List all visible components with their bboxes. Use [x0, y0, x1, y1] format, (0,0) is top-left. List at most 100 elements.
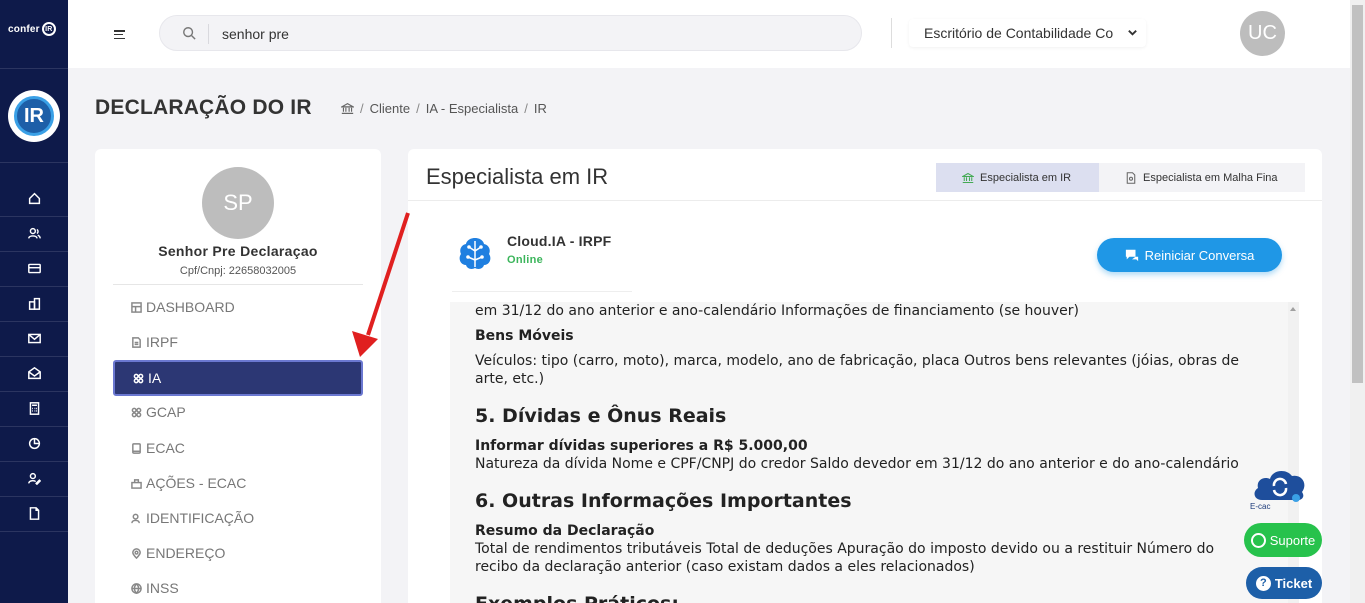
office-select-value: Escritório de Contabilidade Co [924, 25, 1114, 41]
menu-item-gcap[interactable]: GCAP [113, 397, 363, 427]
tab-especialista-ir[interactable]: Especialista em IR [936, 163, 1099, 192]
menu-item-inss[interactable]: INSS [113, 573, 363, 603]
search-icon [183, 27, 196, 40]
scroll-up-icon[interactable] [1290, 307, 1296, 311]
menu-item-label: IDENTIFICAÇÃO [146, 510, 255, 526]
actions-icon [131, 478, 142, 489]
search-bar [159, 15, 862, 51]
ticket-button[interactable]: ? Ticket [1246, 567, 1322, 599]
client-divider [113, 284, 363, 285]
chat-scrollbar[interactable] [1288, 302, 1299, 603]
card-icon [27, 263, 41, 274]
dashboard-icon [131, 301, 142, 313]
search-input[interactable] [222, 23, 822, 45]
home-icon [28, 192, 40, 205]
bank-icon [962, 172, 974, 183]
menu-item-label: INSS [146, 580, 179, 596]
chat-text: Total de rendimentos tributáveis Total d… [475, 541, 1215, 575]
menu-item-endereco[interactable]: ENDEREÇO [113, 538, 363, 568]
calculator-icon [29, 402, 39, 415]
menu-item-label: IRPF [146, 334, 178, 350]
menu-item-label: ENDEREÇO [146, 545, 226, 561]
rail-user-edit[interactable] [0, 461, 68, 497]
rail-messages[interactable] [0, 356, 68, 392]
menu-item-acoes-ecac[interactable]: AÇÕES - ECAC [113, 468, 363, 498]
rail-documents[interactable] [0, 496, 68, 532]
rail-calculator[interactable] [0, 391, 68, 427]
rail-divider [0, 162, 68, 163]
rail-mail[interactable] [0, 321, 68, 357]
menu-item-label: GCAP [146, 404, 186, 420]
support-button[interactable]: Suporte [1244, 523, 1322, 557]
menu-item-identificacao[interactable]: IDENTIFICAÇÃO [113, 503, 363, 533]
menu-item-irpf[interactable]: IRPF [113, 327, 363, 357]
support-label: Suporte [1269, 532, 1316, 548]
menu-item-label: DASHBOARD [146, 299, 235, 315]
breadcrumb-ir: IR [533, 101, 547, 116]
gcap-icon [131, 407, 142, 417]
ecac-icon [132, 442, 141, 454]
page-title: DECLARAÇÃO DO IR [95, 96, 312, 119]
breadcrumb-ia-especialista[interactable]: IA - Especialista [426, 101, 519, 116]
chat-message: em 31/12 do ano anterior e ano-calendári… [475, 302, 1245, 603]
annotation-arrow [352, 212, 410, 357]
chat-section-title: 6. Outras Informações Importantes [475, 490, 852, 512]
bot-name: Cloud.IA - IRPF [507, 233, 612, 249]
menu-item-dashboard[interactable]: DASHBOARD [113, 292, 363, 322]
tab-especialista-malha-fina[interactable]: Especialista em Malha Fina [1099, 163, 1305, 192]
chat-plus-icon [1125, 249, 1138, 262]
top-header: Escritório de Contabilidade Co UC [68, 0, 1350, 68]
client-avatar: SP [202, 167, 274, 239]
chat-messages[interactable]: em 31/12 do ano anterior e ano-calendári… [450, 302, 1299, 603]
page-scrollbar[interactable] [1350, 0, 1365, 603]
breadcrumb-cliente[interactable]: Cliente [370, 101, 410, 116]
header-separator [891, 18, 892, 48]
ecac-label: E-cac [1250, 502, 1271, 511]
ai-specialist-panel: Especialista em IR Especialista em IR Es… [408, 149, 1322, 603]
panel-title: Especialista em IR [426, 164, 609, 189]
page-scrollbar-thumb[interactable] [1352, 5, 1363, 383]
help-icon: ? [1255, 575, 1271, 591]
app-logo-small[interactable]: confer IR [8, 22, 56, 36]
menu-item-ecac[interactable]: ECAC [113, 433, 363, 463]
ecac-widget[interactable]: E-cac [1248, 464, 1312, 514]
menu-item-label: IA [148, 370, 162, 386]
rail-users[interactable] [0, 216, 68, 252]
chat-heading: Bens Móveis [475, 328, 574, 344]
logo-small-text: confer [8, 23, 40, 35]
chat-heading: Resumo da Declaração [475, 523, 655, 539]
mail-icon [27, 333, 41, 344]
app-logo-big[interactable]: IR [8, 90, 60, 142]
user-avatar[interactable]: UC [1240, 11, 1285, 56]
rail-reports[interactable] [0, 426, 68, 462]
rail-home[interactable] [0, 181, 68, 217]
tab-label: Especialista em Malha Fina [1143, 171, 1278, 184]
logo-small-ring: IR [41, 22, 56, 36]
logo-big-mark: IR [14, 96, 54, 136]
office-select[interactable]: Escritório de Contabilidade Co [909, 19, 1146, 47]
client-card: SP Senhor Pre Declaraçao Cpf/Cnpj: 22658… [95, 149, 381, 603]
panel-divider [408, 200, 1322, 201]
brain-ai-icon [459, 238, 491, 269]
chevron-down-icon [1128, 30, 1137, 36]
users-icon [27, 227, 41, 239]
document-icon [29, 507, 39, 520]
menu-toggle-icon[interactable] [114, 30, 125, 39]
file-icon [132, 336, 141, 348]
specialist-tabs: Especialista em IR Especialista em Malha… [936, 163, 1305, 192]
client-name: Senhor Pre Declaraçao [158, 243, 318, 259]
chat-heading: Informar dívidas superiores a R$ 5.000,0… [475, 438, 808, 454]
pie-chart-icon [28, 437, 40, 450]
rail-divider [0, 68, 68, 69]
rail-cards[interactable] [0, 251, 68, 287]
restart-conversation-button[interactable]: Reiniciar Conversa [1097, 238, 1282, 272]
cloud-sync-icon [1254, 470, 1305, 502]
identity-icon [131, 513, 140, 523]
menu-item-label: ECAC [146, 440, 185, 456]
client-document: Cpf/Cnpj: 22658032005 [179, 265, 297, 277]
globe-icon [131, 582, 142, 594]
rail-companies[interactable] [0, 286, 68, 322]
menu-item-ia[interactable]: IA [113, 360, 363, 396]
chat-section-title: 5. Dívidas e Ônus Reais [475, 405, 727, 427]
bank-icon[interactable] [341, 102, 354, 115]
